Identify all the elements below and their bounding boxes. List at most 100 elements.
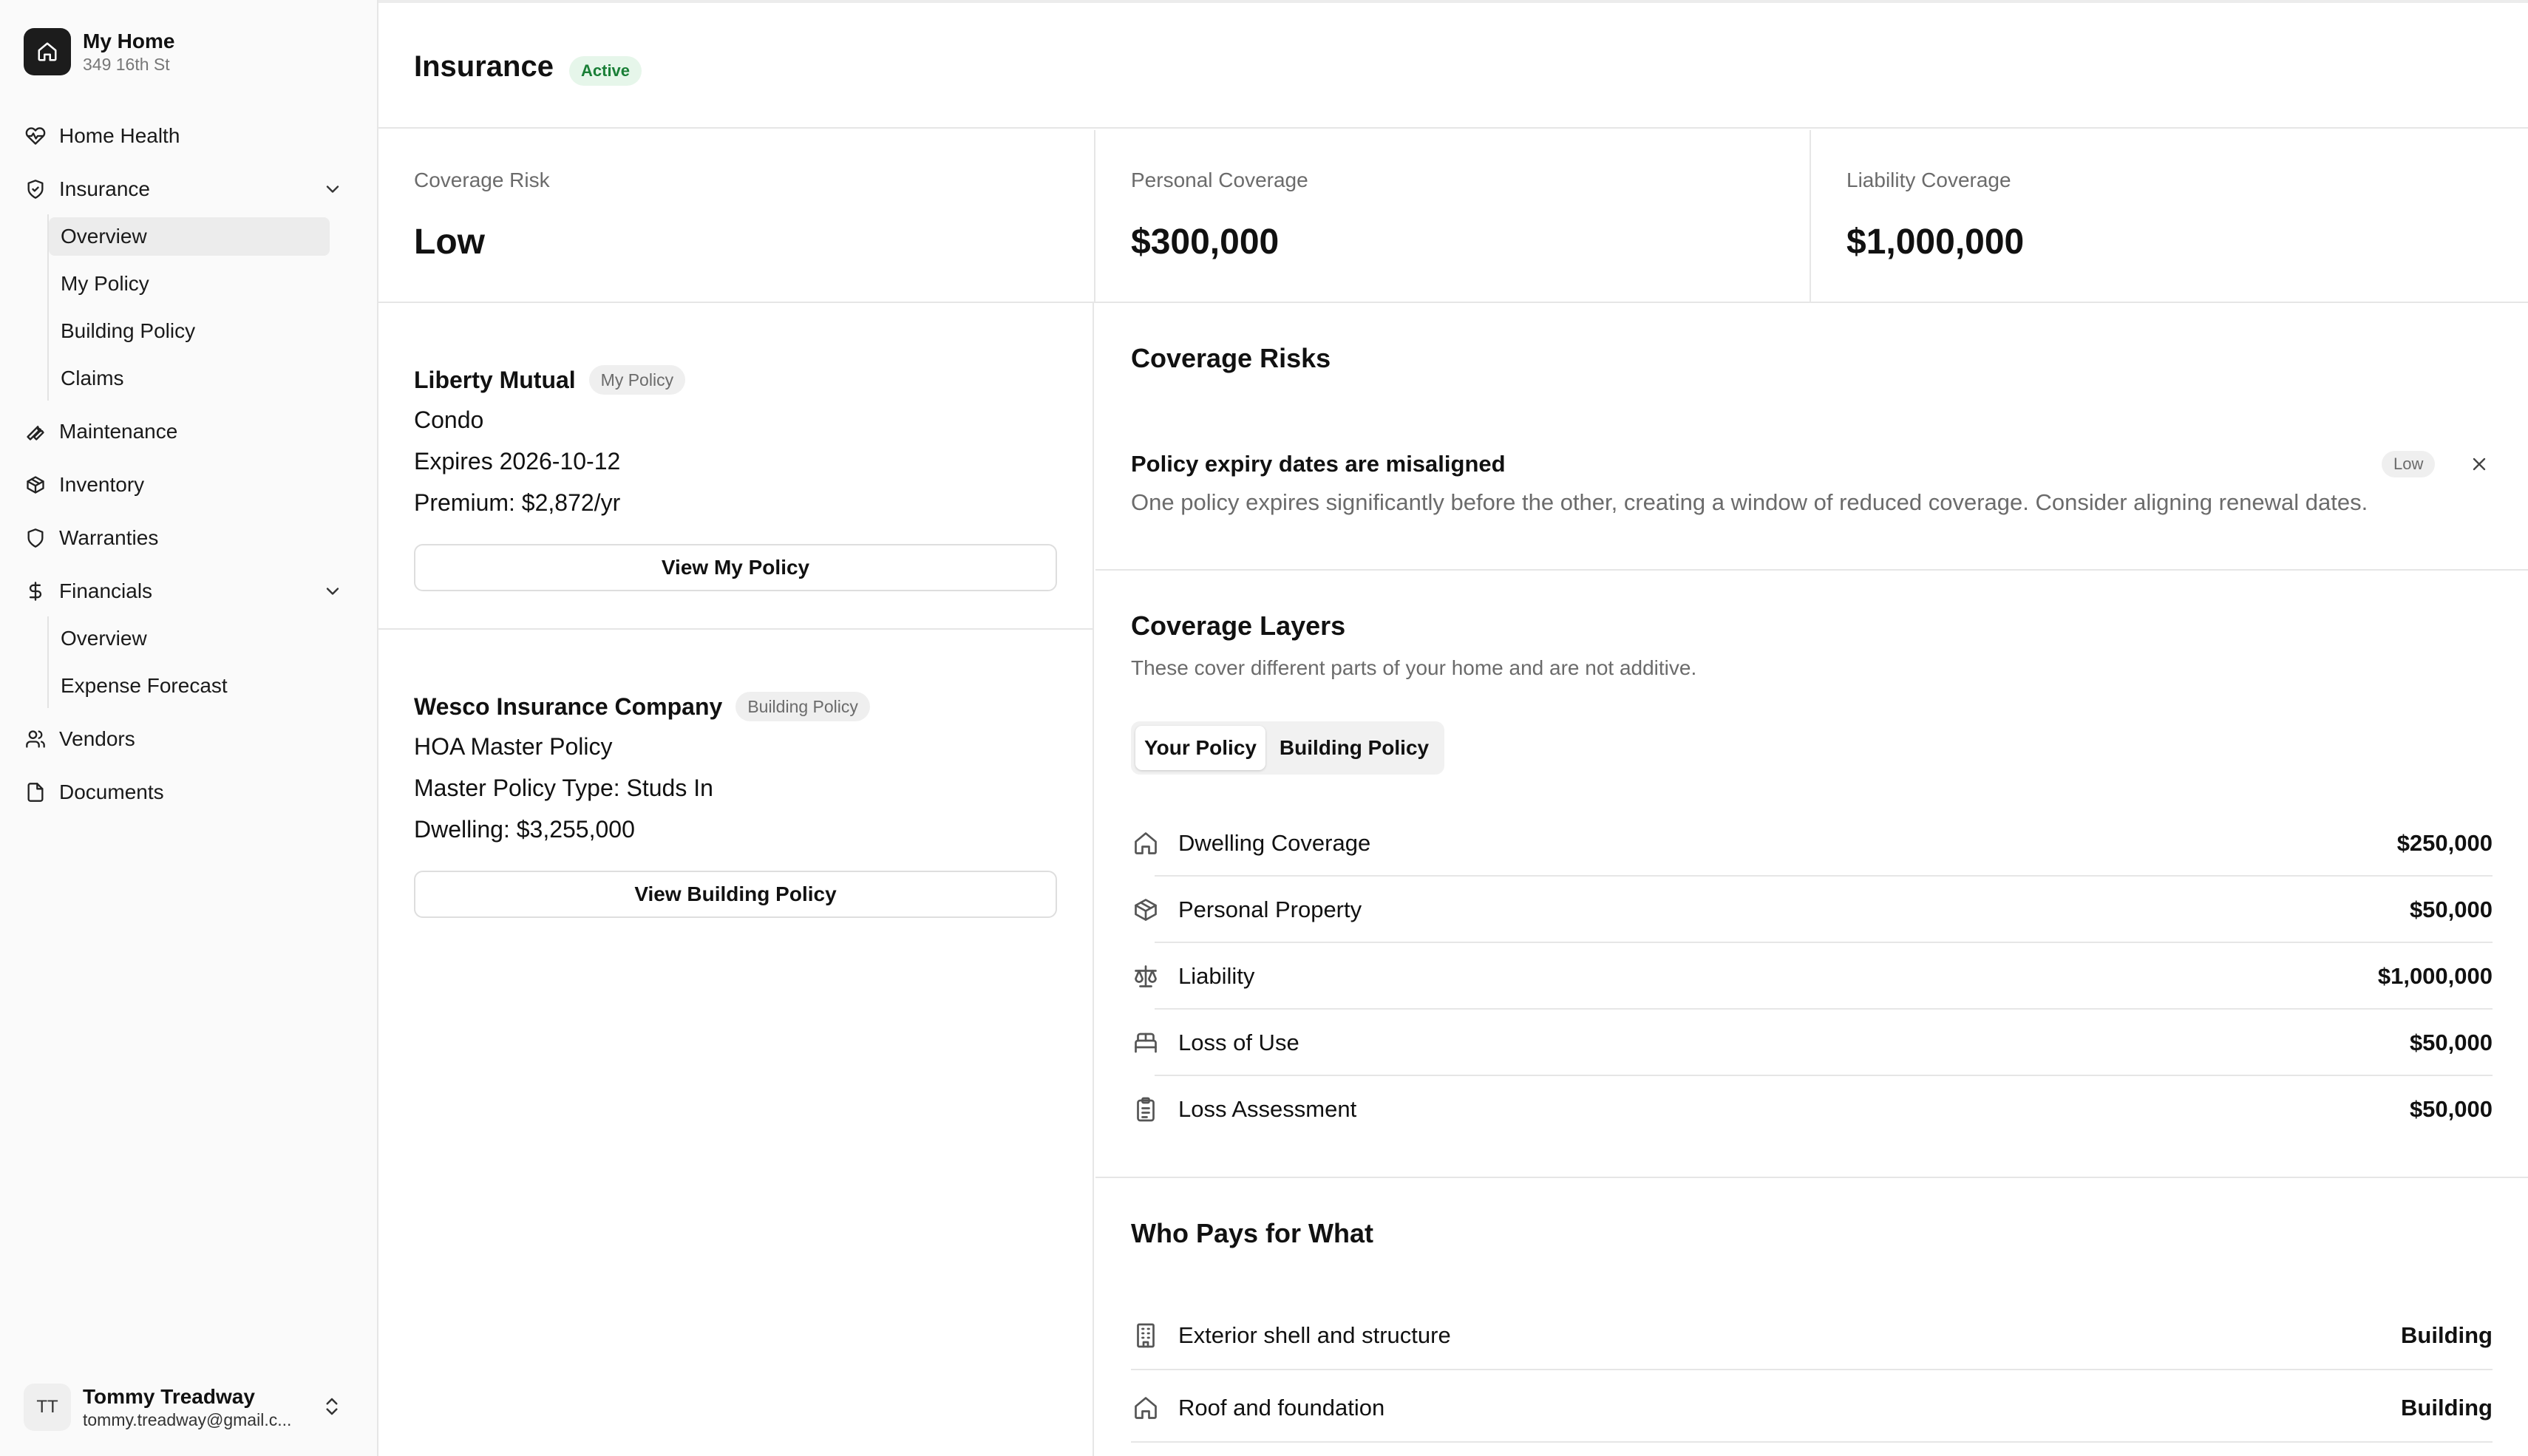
policy-type: Condo [414, 406, 484, 433]
subnav-building-policy[interactable]: Building Policy [49, 312, 330, 350]
shield-icon [24, 526, 47, 550]
stat-value: $300,000 [1131, 222, 1280, 262]
coverage-value: $50,000 [2409, 897, 2493, 922]
policy-expiry: Expires 2026-10-12 [414, 448, 621, 474]
coverage-layers-subtitle: These cover different parts of your home… [1131, 656, 1697, 679]
coverage-value: $250,000 [2396, 830, 2493, 856]
risk-title: Policy expiry dates are misaligned [1131, 451, 1506, 477]
nav-financials[interactable]: Financials [24, 572, 358, 610]
stat-value: $1,000,000 [1846, 222, 2025, 262]
policy-card-my-policy: Liberty Mutual My Policy Condo Expires 2… [378, 303, 1094, 628]
tab-your-policy[interactable]: Your Policy [1135, 726, 1265, 770]
shield-check-icon [24, 177, 47, 201]
scale-icon [1131, 962, 1161, 991]
home-name: My Home [83, 30, 175, 52]
policy-card-building-policy: Wesco Insurance Company Building Policy … [378, 630, 1094, 955]
dollar-icon [24, 579, 47, 603]
subnav-expense-forecast[interactable]: Expense Forecast [49, 667, 330, 705]
home-switcher[interactable]: My Home 349 16th St [24, 28, 174, 75]
nav-label: Maintenance [59, 420, 178, 443]
policy-premium: Premium: $2,872/yr [414, 489, 621, 516]
user-menu[interactable]: TT Tommy Treadway tommy.treadway@gmail.c… [24, 1379, 358, 1435]
nav-home-health[interactable]: Home Health [24, 117, 358, 155]
wrench-icon [24, 420, 47, 443]
building-icon [1131, 1321, 1161, 1350]
avatar: TT [24, 1384, 71, 1431]
chevron-down-icon[interactable] [322, 179, 343, 200]
coverage-label: Personal Property [1178, 897, 1362, 922]
coverage-label: Loss Assessment [1178, 1096, 1357, 1122]
nav-label: Home Health [59, 124, 180, 147]
chevrons-up-down-icon[interactable] [321, 1395, 343, 1418]
who-pays-title: Who Pays for What [1131, 1218, 1374, 1248]
responsibility-label: Exterior shell and structure [1178, 1322, 1451, 1348]
close-icon[interactable] [2469, 454, 2490, 474]
package-icon [24, 473, 47, 497]
coverage-row: Loss Assessment $50,000 [1131, 1076, 2493, 1143]
stat-personal-coverage: Personal Coverage $300,000 [1095, 130, 1811, 303]
responsibility-label: Roof and foundation [1178, 1395, 1385, 1421]
coverage-row: Personal Property $50,000 [1131, 877, 2493, 943]
policy-carrier: Liberty Mutual [414, 366, 576, 393]
view-my-policy-button[interactable]: View My Policy [414, 544, 1057, 591]
home-icon [1131, 1393, 1161, 1423]
nav-insurance[interactable]: Insurance [24, 170, 358, 208]
nav-vendors[interactable]: Vendors [24, 720, 358, 758]
subnav-claims[interactable]: Claims [49, 359, 330, 398]
subnav-my-policy[interactable]: My Policy [49, 265, 330, 303]
users-icon [24, 727, 47, 751]
responsibility-row: Exterior shell and structure Building [1131, 1302, 2493, 1369]
home-address: 349 16th St [83, 55, 170, 74]
nav-label: Financials [59, 579, 153, 602]
nav-label: Inventory [59, 473, 145, 496]
nav-documents[interactable]: Documents [24, 773, 358, 812]
coverage-value: $50,000 [2409, 1096, 2493, 1122]
policy-master-type: Master Policy Type: Studs In [414, 775, 713, 801]
sidebar: My Home 349 16th St Home Health Insuranc… [0, 0, 378, 1456]
nav-label: Insurance [59, 177, 150, 200]
status-badge: Active [569, 56, 642, 86]
user-name: Tommy Treadway [83, 1385, 255, 1408]
heart-pulse-icon [24, 124, 47, 148]
responsibility-value: Building [2401, 1322, 2493, 1348]
subnav-insurance-overview[interactable]: Overview [49, 217, 330, 256]
chevron-down-icon[interactable] [322, 581, 343, 602]
user-email: tommy.treadway@gmail.c... [83, 1410, 292, 1429]
app-window: My Home 349 16th St Home Health Insuranc… [0, 0, 2528, 1456]
nav-label: Warranties [59, 526, 159, 549]
divider [1095, 1177, 2528, 1178]
nav-warranties[interactable]: Warranties [24, 519, 358, 557]
nav-inventory[interactable]: Inventory [24, 466, 358, 504]
main-content: Insurance Active Coverage Risk Low Perso… [378, 0, 2528, 1456]
coverage-value: $1,000,000 [2377, 963, 2493, 989]
coverage-value: $50,000 [2409, 1030, 2493, 1055]
policy-cards: Liberty Mutual My Policy Condo Expires 2… [378, 303, 1094, 1456]
page-title: Insurance [414, 50, 554, 83]
stat-liability-coverage: Liability Coverage $1,000,000 [1811, 130, 2528, 303]
stat-coverage-risk: Coverage Risk Low [378, 130, 1095, 303]
divider [1095, 569, 2528, 571]
stat-label: Personal Coverage [1131, 169, 1308, 191]
stat-label: Liability Coverage [1846, 169, 2011, 191]
coverage-risks-title: Coverage Risks [1131, 343, 1331, 373]
stat-value: Low [414, 222, 485, 262]
nav-label: Vendors [59, 727, 135, 750]
coverage-label: Liability [1178, 963, 1255, 989]
bed-icon [1131, 1028, 1161, 1058]
coverage-layers-title: Coverage Layers [1131, 610, 1346, 641]
tab-building-policy[interactable]: Building Policy [1268, 726, 1440, 770]
view-building-policy-button[interactable]: View Building Policy [414, 871, 1057, 918]
policy-tag: Building Policy [735, 692, 870, 721]
clipboard-icon [1131, 1095, 1161, 1124]
package-icon [1131, 895, 1161, 925]
risk-severity-badge: Low [2382, 451, 2436, 477]
nav-maintenance[interactable]: Maintenance [24, 412, 358, 451]
responsibility-value: Building [2401, 1395, 2493, 1421]
home-icon [1131, 829, 1161, 858]
coverage-details: Coverage Risks Policy expiry dates are m… [1095, 303, 2528, 1456]
home-icon [24, 28, 71, 75]
coverage-layers-tabs: Your Policy Building Policy [1131, 721, 1444, 775]
subnav-financials-overview[interactable]: Overview [49, 619, 330, 658]
policy-dwelling: Dwelling: $3,255,000 [414, 816, 635, 843]
coverage-label: Dwelling Coverage [1178, 830, 1371, 856]
